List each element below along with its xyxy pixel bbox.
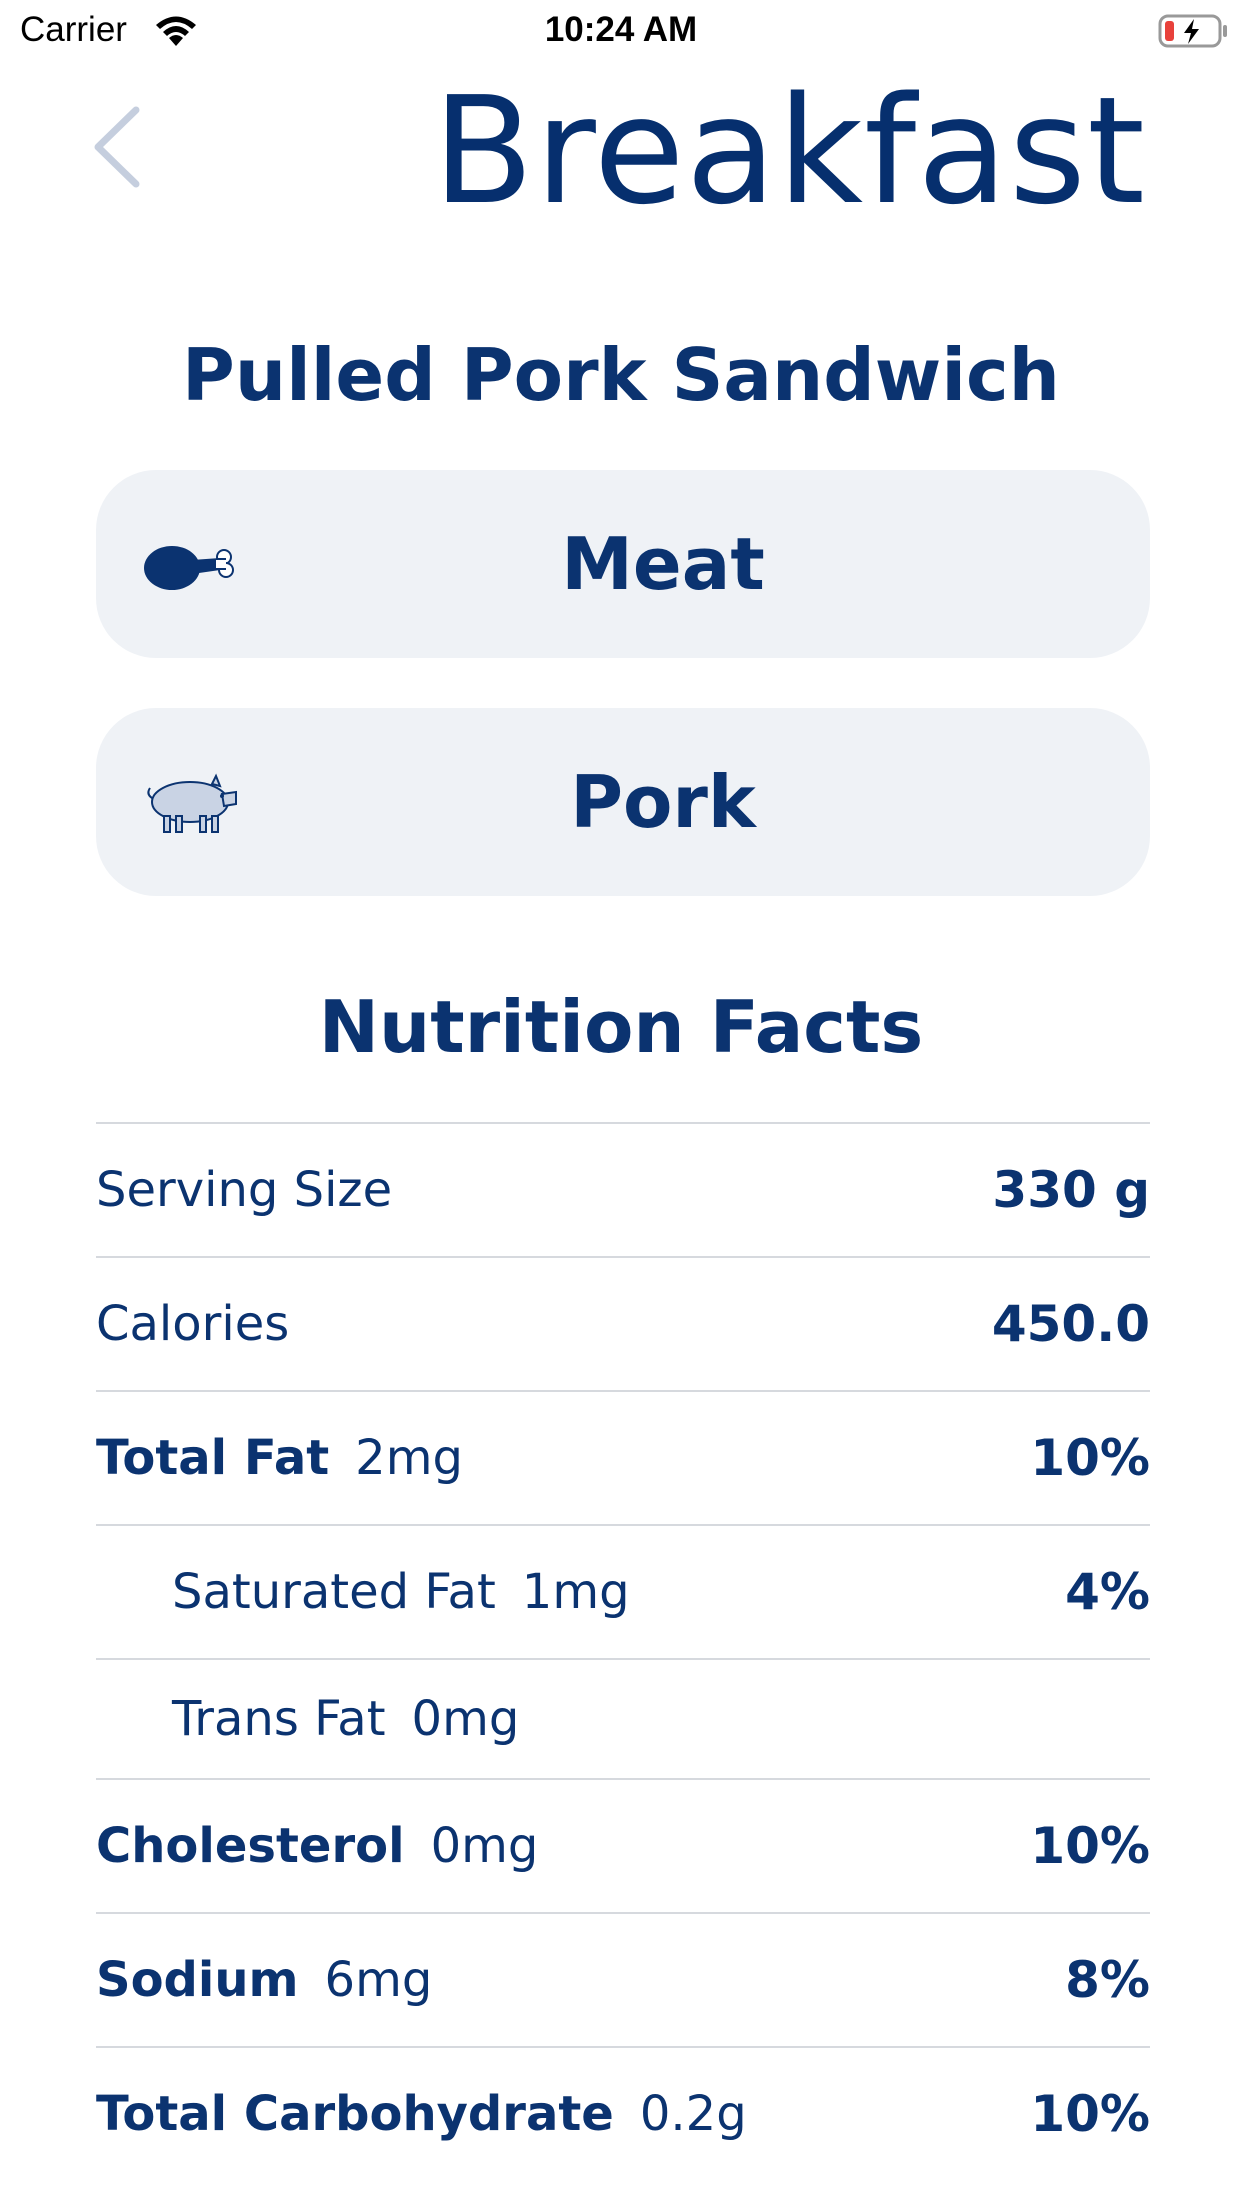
serving-size-label: Serving Size [96, 1162, 393, 1218]
cholesterol-amount: 0mg [430, 1818, 539, 1874]
nutrition-row-total-carbohydrate: Total Carbohydrate 0.2g 10% [96, 2048, 1150, 2180]
status-time: 10:24 AM [544, 10, 698, 49]
nutrition-row-calories: Calories 450.0 [96, 1258, 1150, 1392]
battery-charging-icon [1158, 14, 1230, 48]
nutrition-row-cholesterol: Cholesterol 0mg 10% [96, 1780, 1150, 1914]
category-label: Meat [561, 522, 765, 606]
total-fat-percent: 10% [1030, 1429, 1150, 1487]
nutrition-row-trans-fat: Trans Fat 0mg [96, 1660, 1150, 1780]
chevron-left-icon [94, 106, 140, 188]
calories-value: 450.0 [991, 1295, 1150, 1353]
calories-label: Calories [96, 1296, 290, 1352]
category-card-pork[interactable]: Pork [96, 708, 1150, 896]
item-name: Pulled Pork Sandwich [182, 333, 1060, 417]
saturated-fat-label: Saturated Fat [172, 1564, 496, 1620]
trans-fat-amount: 0mg [411, 1691, 520, 1747]
nutrition-table: Serving Size 330 g Calories 450.0 Total … [96, 1122, 1150, 2180]
nutrition-row-sodium: Sodium 6mg 8% [96, 1914, 1150, 2048]
cholesterol-percent: 10% [1030, 1817, 1150, 1875]
sodium-percent: 8% [1065, 1951, 1150, 2009]
saturated-fat-amount: 1mg [521, 1564, 630, 1620]
back-button[interactable] [88, 102, 148, 192]
cholesterol-label: Cholesterol [96, 1818, 405, 1874]
sodium-amount: 6mg [324, 1952, 433, 2008]
serving-size-value: 330 g [992, 1161, 1150, 1219]
nutrition-row-total-fat: Total Fat 2mg 10% [96, 1392, 1150, 1526]
nutrition-row-saturated-fat: Saturated Fat 1mg 4% [96, 1526, 1150, 1660]
subcategory-label: Pork [570, 760, 756, 844]
total-fat-label: Total Fat [96, 1430, 330, 1486]
page-title: Breakfast [432, 65, 1146, 237]
trans-fat-label: Trans Fat [172, 1691, 386, 1747]
total-carbohydrate-percent: 10% [1030, 2085, 1150, 2143]
total-carbohydrate-amount: 0.2g [639, 2086, 747, 2142]
saturated-fat-percent: 4% [1065, 1563, 1150, 1621]
total-carbohydrate-label: Total Carbohydrate [96, 2086, 614, 2142]
status-bar: Carrier 10:24 AM [0, 0, 1242, 62]
nutrition-row-serving-size: Serving Size 330 g [96, 1124, 1150, 1258]
nutrition-facts-title: Nutrition Facts [318, 985, 924, 1069]
category-card-meat[interactable]: Meat [96, 470, 1150, 658]
total-fat-amount: 2mg [355, 1430, 463, 1486]
sodium-label: Sodium [96, 1952, 299, 2008]
